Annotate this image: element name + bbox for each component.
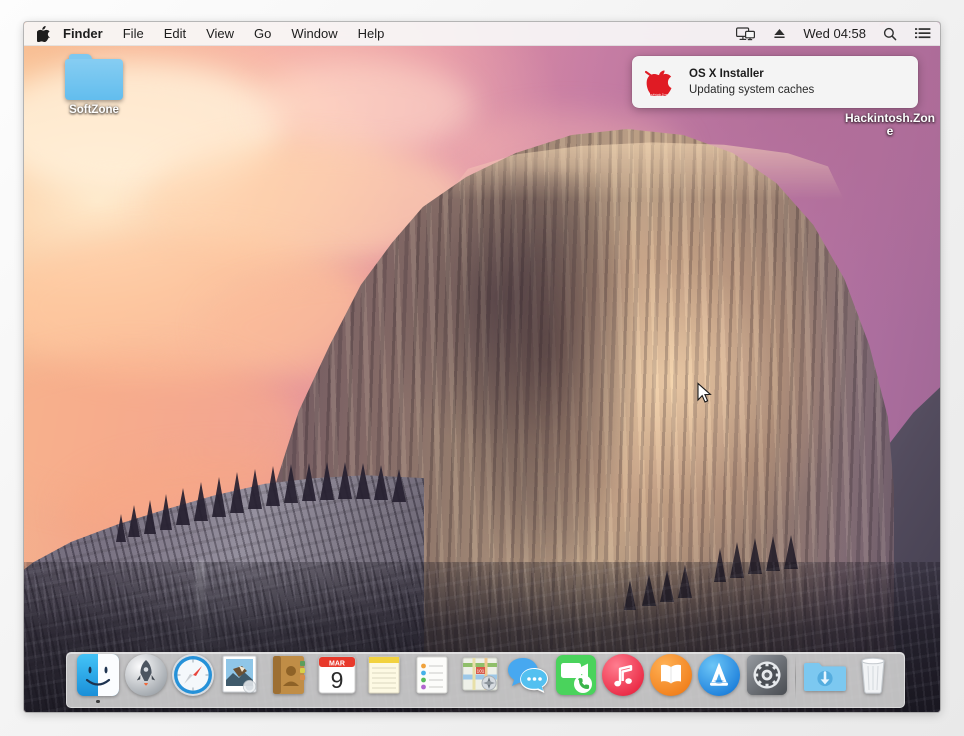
running-indicator xyxy=(96,699,100,703)
dock-item-notes[interactable] xyxy=(361,652,409,704)
itunes-icon xyxy=(601,653,645,697)
calendar-day: 9 xyxy=(330,667,343,693)
menu-item-finder[interactable]: Finder xyxy=(61,22,113,45)
dock-item-trash[interactable] xyxy=(849,652,897,704)
eject-icon[interactable] xyxy=(764,22,795,45)
desktop-icon-label: Hackintosh.Zone xyxy=(844,111,935,138)
dock-item-launchpad[interactable] xyxy=(122,652,170,704)
notes-icon xyxy=(362,653,406,697)
dock-item-system-preferences[interactable] xyxy=(743,652,791,704)
calendar-icon: MAR 9 xyxy=(315,653,359,697)
notification-body: Updating system caches xyxy=(689,83,815,96)
trash-icon xyxy=(851,653,895,697)
menu-item-edit[interactable]: Edit xyxy=(154,22,196,45)
mac-desktop-screen: Finder File Edit View Go Window Help Wed… xyxy=(24,22,940,712)
desktop-icon-softzone[interactable]: SoftZone xyxy=(54,54,134,117)
downloads-folder-icon xyxy=(803,653,847,697)
app-store-icon xyxy=(697,653,741,697)
apple-logo-icon[interactable] xyxy=(24,22,61,45)
contacts-book-icon xyxy=(267,653,311,697)
dock-item-maps[interactable]: 101 xyxy=(456,652,504,704)
ibooks-icon xyxy=(649,653,693,697)
safari-compass-icon xyxy=(171,653,215,697)
messages-bubble-icon xyxy=(506,653,550,697)
dock-item-downloads[interactable] xyxy=(801,652,849,704)
dock-item-iphoto[interactable] xyxy=(217,652,265,704)
folder-icon xyxy=(65,54,123,100)
dock-item-reminders[interactable] xyxy=(408,652,456,704)
screenshot-frame: Finder File Edit View Go Window Help Wed… xyxy=(0,0,964,736)
dock-item-finder[interactable] xyxy=(74,652,122,704)
dock-item-safari[interactable] xyxy=(170,652,218,704)
hackintosh-zone-apple-icon: Hackintosh Zone xyxy=(644,65,678,99)
menu-item-file[interactable]: File xyxy=(113,22,154,45)
dock-separator xyxy=(795,655,797,700)
iphoto-icon xyxy=(219,653,263,697)
dock-item-ibooks[interactable] xyxy=(647,652,695,704)
dock-item-calendar[interactable]: MAR 9 xyxy=(313,652,361,704)
menu-bar-status-area: Wed 04:58 xyxy=(727,22,940,45)
menu-item-view[interactable]: View xyxy=(196,22,244,45)
dock: MAR 9 101 xyxy=(66,652,905,708)
dock-item-itunes[interactable] xyxy=(599,652,647,704)
svg-text:101: 101 xyxy=(477,669,485,674)
gear-icon xyxy=(745,653,789,697)
menu-item-window[interactable]: Window xyxy=(281,22,347,45)
desktop-icon-label: SoftZone xyxy=(69,104,119,116)
screen-sharing-icon[interactable] xyxy=(727,22,764,45)
notification-banner[interactable]: Hackintosh Zone OS X Installer Updating … xyxy=(632,56,918,108)
maps-icon: 101 xyxy=(458,653,502,697)
notification-title: OS X Installer xyxy=(689,67,764,80)
dock-item-facetime[interactable] xyxy=(552,652,600,704)
menu-item-go[interactable]: Go xyxy=(244,22,281,45)
notification-text: OS X Installer Updating system caches xyxy=(689,67,814,98)
facetime-icon xyxy=(554,653,598,697)
svg-text:Hackintosh Zone: Hackintosh Zone xyxy=(648,92,668,96)
dock-item-app-store[interactable] xyxy=(695,652,743,704)
notification-center-icon[interactable] xyxy=(906,22,940,45)
finder-icon xyxy=(76,653,120,697)
search-icon[interactable] xyxy=(874,22,906,45)
dock-item-contacts[interactable] xyxy=(265,652,313,704)
dock-item-messages[interactable] xyxy=(504,652,552,704)
menu-item-help[interactable]: Help xyxy=(348,22,395,45)
mouse-cursor-arrow-pointer xyxy=(697,382,712,403)
desktop-wallpaper xyxy=(24,22,940,712)
menu-bar-clock[interactable]: Wed 04:58 xyxy=(795,26,874,41)
menu-bar: Finder File Edit View Go Window Help Wed… xyxy=(24,22,940,46)
reminders-icon xyxy=(410,653,454,697)
launchpad-icon xyxy=(124,653,168,697)
